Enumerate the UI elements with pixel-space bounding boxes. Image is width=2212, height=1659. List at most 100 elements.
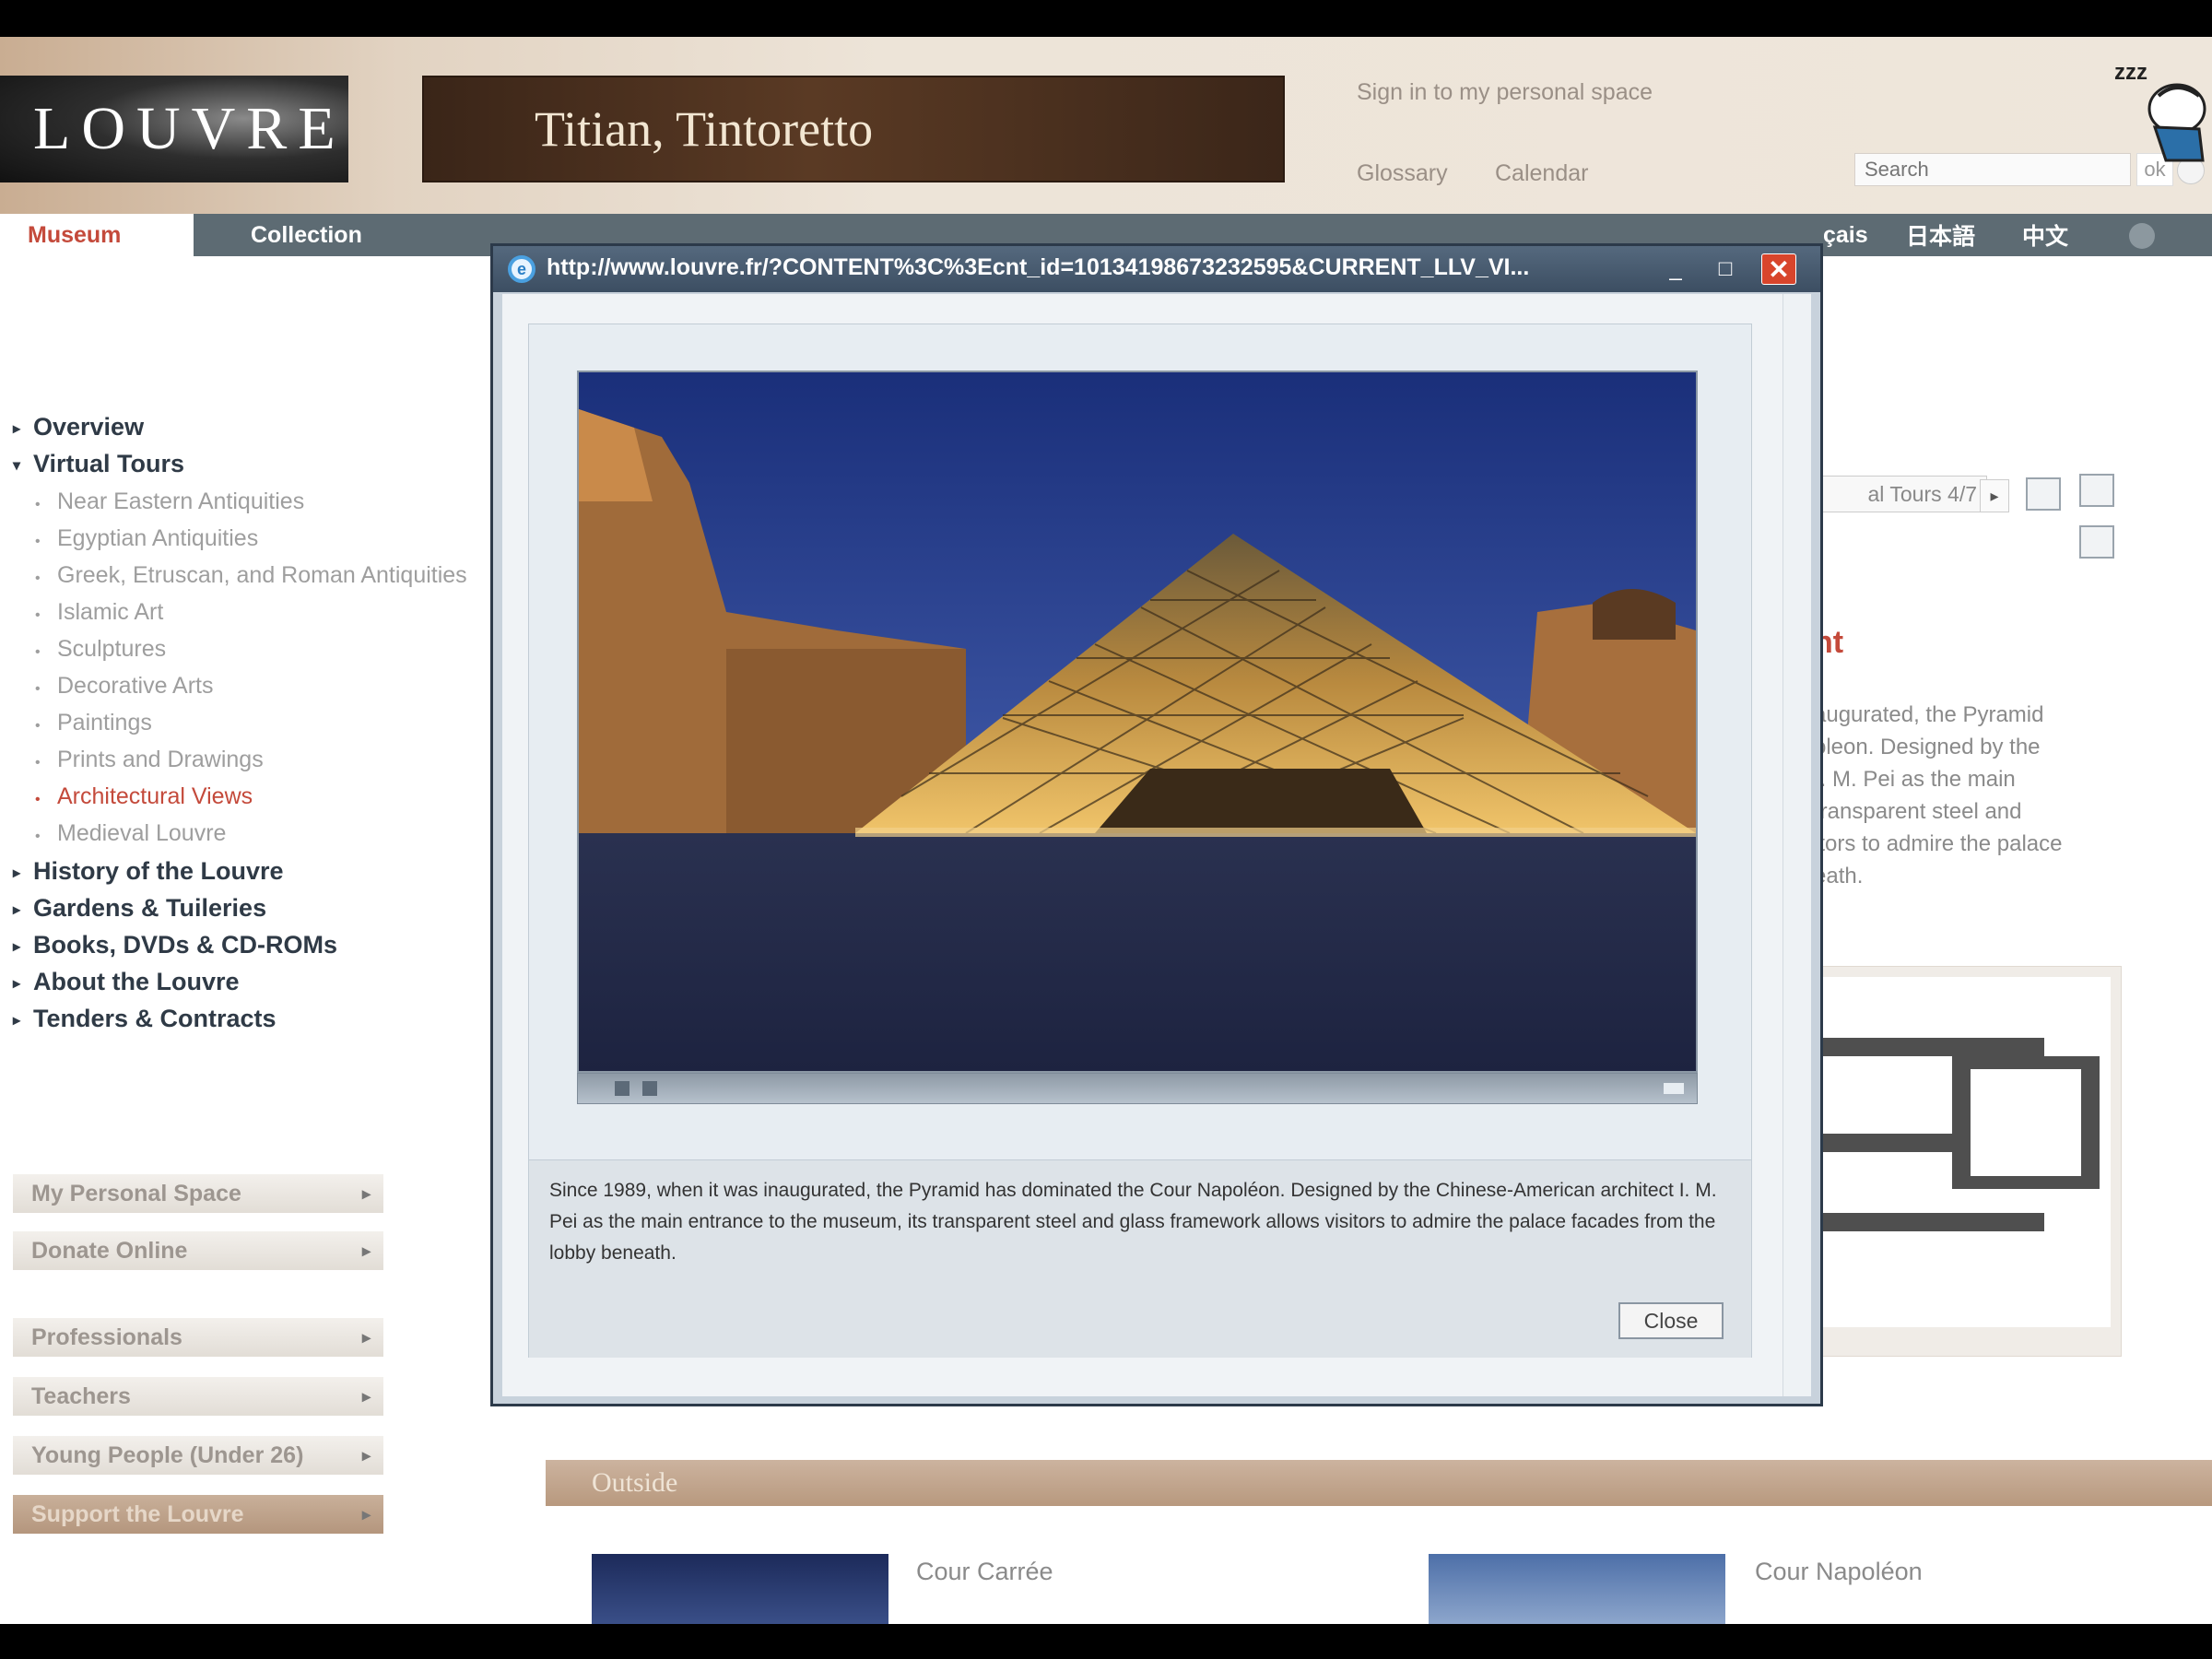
sidebar-item-history[interactable]: ▸ History of the Louvre bbox=[13, 857, 284, 886]
louvre-logo[interactable]: LOUVRE bbox=[0, 76, 348, 182]
subitem-label: Greek, Etruscan, and Roman Antiquities bbox=[57, 562, 467, 588]
sidebar-item-label: Overview bbox=[33, 413, 145, 441]
tours-pager[interactable]: al Tours 4/7 bbox=[1806, 476, 1987, 512]
subitem-prints-drawings[interactable]: • Prints and Drawings bbox=[35, 747, 264, 773]
professionals-button[interactable]: Professionals ▸ bbox=[13, 1318, 383, 1357]
sidebar-item-overview[interactable]: ▸ Overview bbox=[13, 413, 144, 441]
video-controls[interactable] bbox=[577, 1073, 1698, 1104]
tab-museum[interactable]: Museum bbox=[0, 214, 194, 256]
subitem-label: Islamic Art bbox=[57, 599, 164, 625]
email-icon[interactable] bbox=[2026, 477, 2061, 511]
bullet-icon: • bbox=[35, 497, 41, 512]
mascot-illustration: zzz bbox=[2114, 60, 2206, 162]
paragraph-line: eath. bbox=[1814, 864, 1864, 888]
sidebar-item-gardens[interactable]: ▸ Gardens & Tuileries bbox=[13, 894, 266, 923]
search-input[interactable] bbox=[1854, 153, 2131, 186]
paragraph-line: itors to admire the palace bbox=[1814, 831, 2063, 856]
stop-icon[interactable] bbox=[642, 1081, 657, 1096]
button-label: My Personal Space bbox=[31, 1180, 241, 1206]
paragraph-line: I. M. Pei as the main bbox=[1814, 767, 2016, 792]
arrow-right-icon: ▸ bbox=[13, 420, 21, 437]
arrow-down-icon: ▾ bbox=[13, 457, 21, 474]
subitem-medieval-louvre[interactable]: • Medieval Louvre bbox=[35, 820, 226, 847]
subitem-egyptian[interactable]: • Egyptian Antiquities bbox=[35, 525, 258, 552]
lang-chinese[interactable]: 中文 bbox=[2022, 214, 2068, 256]
bullet-icon: • bbox=[35, 718, 41, 734]
cour-carree-thumbnail[interactable] bbox=[592, 1554, 888, 1624]
popup-titlebar[interactable]: e http://www.louvre.fr/?CONTENT%3C%3Ecnt… bbox=[493, 246, 1820, 292]
support-louvre-button[interactable]: Support the Louvre ▸ bbox=[13, 1495, 383, 1534]
subitem-sculptures[interactable]: • Sculptures bbox=[35, 636, 166, 663]
plan-wall bbox=[1823, 1134, 1952, 1152]
floor-plan bbox=[1823, 977, 2111, 1327]
signin-link[interactable]: Sign in to my personal space bbox=[1357, 79, 1653, 106]
sidebar-item-about[interactable]: ▸ About the Louvre bbox=[13, 968, 240, 996]
cour-napoleon-link[interactable]: Cour Napoléon bbox=[1755, 1558, 1923, 1586]
subitem-label: Prints and Drawings bbox=[57, 747, 264, 772]
close-button[interactable]: Close bbox=[1618, 1302, 1724, 1339]
paragraph-line: transparent steel and bbox=[1814, 799, 2022, 824]
pyramid-caption: Since 1989, when it was inaugurated, the… bbox=[549, 1180, 1717, 1264]
louvre-page: LOUVRE Titian, Tintoretto Sign in to my … bbox=[0, 37, 2212, 1624]
sidebar-item-label: Tenders & Contracts bbox=[33, 1005, 276, 1032]
chevron-right-icon: ▸ bbox=[361, 1386, 371, 1406]
donate-online-button[interactable]: Donate Online ▸ bbox=[13, 1231, 383, 1270]
print-icon[interactable] bbox=[2079, 474, 2114, 507]
subitem-greek-etruscan-roman[interactable]: • Greek, Etruscan, and Roman Antiquities bbox=[35, 562, 467, 589]
subitem-decorative-arts[interactable]: • Decorative Arts bbox=[35, 673, 214, 700]
volume-icon[interactable] bbox=[1664, 1083, 1684, 1094]
tab-collection[interactable]: Collection bbox=[251, 214, 362, 256]
paragraph-line: augurated, the Pyramid bbox=[1814, 702, 2044, 727]
exhibition-banner[interactable]: Titian, Tintoretto bbox=[422, 76, 1285, 182]
popup-window: e http://www.louvre.fr/?CONTENT%3C%3Ecnt… bbox=[490, 243, 1823, 1406]
caption-panel: Since 1989, when it was inaugurated, the… bbox=[529, 1159, 1751, 1358]
share-icon[interactable] bbox=[2079, 525, 2114, 559]
top-letterbox bbox=[0, 0, 2212, 37]
popup-url: http://www.louvre.fr/?CONTENT%3C%3Ecnt_i… bbox=[547, 254, 1530, 280]
subitem-islamic-art[interactable]: • Islamic Art bbox=[35, 599, 163, 626]
subitem-paintings[interactable]: • Paintings bbox=[35, 710, 152, 736]
chevron-right-icon: ▸ bbox=[361, 1327, 371, 1347]
next-arrow-icon[interactable]: ▸ bbox=[1980, 479, 2009, 512]
maximize-icon[interactable]: □ bbox=[1708, 253, 1743, 285]
globe-icon[interactable] bbox=[2129, 223, 2155, 249]
sidebar-item-virtual-tours[interactable]: ▾ Virtual Tours bbox=[13, 450, 184, 478]
chevron-right-icon: ▸ bbox=[361, 1445, 371, 1465]
arrow-right-icon: ▸ bbox=[13, 975, 21, 992]
button-label: Donate Online bbox=[31, 1237, 188, 1264]
play-icon[interactable] bbox=[615, 1081, 629, 1096]
lang-francais[interactable]: çais bbox=[1823, 214, 1868, 256]
tours-pager-label: al Tours 4/7 bbox=[1867, 481, 1977, 506]
cour-napoleon-thumbnail[interactable] bbox=[1429, 1554, 1725, 1624]
sidebar: ▸ Overview ▾ Virtual Tours • Near Eastern A… bbox=[0, 258, 498, 1534]
calendar-link[interactable]: Calendar bbox=[1495, 160, 1588, 187]
minimize-icon[interactable]: _ bbox=[1658, 253, 1693, 285]
arrow-right-icon: ▸ bbox=[13, 865, 21, 881]
outside-section-header[interactable]: Outside bbox=[546, 1460, 2212, 1506]
plan-wall bbox=[1823, 1213, 2044, 1231]
young-people-button[interactable]: Young People (Under 26) ▸ bbox=[13, 1436, 383, 1475]
close-icon[interactable]: ✕ bbox=[1761, 253, 1796, 285]
subitem-architectural-views[interactable]: • Architectural Views bbox=[35, 783, 253, 810]
teachers-button[interactable]: Teachers ▸ bbox=[13, 1377, 383, 1416]
sidebar-item-label: About the Louvre bbox=[33, 968, 240, 995]
louvre-pyramid-image bbox=[579, 372, 1696, 1071]
popup-scrollbar[interactable] bbox=[1783, 294, 1811, 1396]
sidebar-item-label: History of the Louvre bbox=[33, 857, 284, 885]
subitem-near-eastern[interactable]: • Near Eastern Antiquities bbox=[35, 488, 304, 515]
my-personal-space-button[interactable]: My Personal Space ▸ bbox=[13, 1174, 383, 1213]
bullet-icon: • bbox=[35, 571, 41, 586]
chevron-right-icon: ▸ bbox=[361, 1504, 371, 1524]
sidebar-item-label: Gardens & Tuileries bbox=[33, 894, 267, 922]
lang-japanese[interactable]: 日本語 bbox=[1906, 214, 1975, 256]
sidebar-item-label: Books, DVDs & CD-ROMs bbox=[33, 931, 338, 959]
sidebar-item-tenders[interactable]: ▸ Tenders & Contracts bbox=[13, 1005, 276, 1033]
section-paragraph: augurated, the Pyramid oleon. Designed b… bbox=[1814, 699, 2127, 892]
plan-wall bbox=[1952, 1176, 2100, 1189]
popup-content: Since 1989, when it was inaugurated, the… bbox=[528, 324, 1752, 1358]
glossary-link[interactable]: Glossary bbox=[1357, 160, 1448, 187]
bullet-icon: • bbox=[35, 681, 41, 697]
pyramid-video[interactable] bbox=[577, 371, 1698, 1073]
sidebar-item-books[interactable]: ▸ Books, DVDs & CD-ROMs bbox=[13, 931, 337, 959]
cour-carree-link[interactable]: Cour Carrée bbox=[916, 1558, 1053, 1586]
